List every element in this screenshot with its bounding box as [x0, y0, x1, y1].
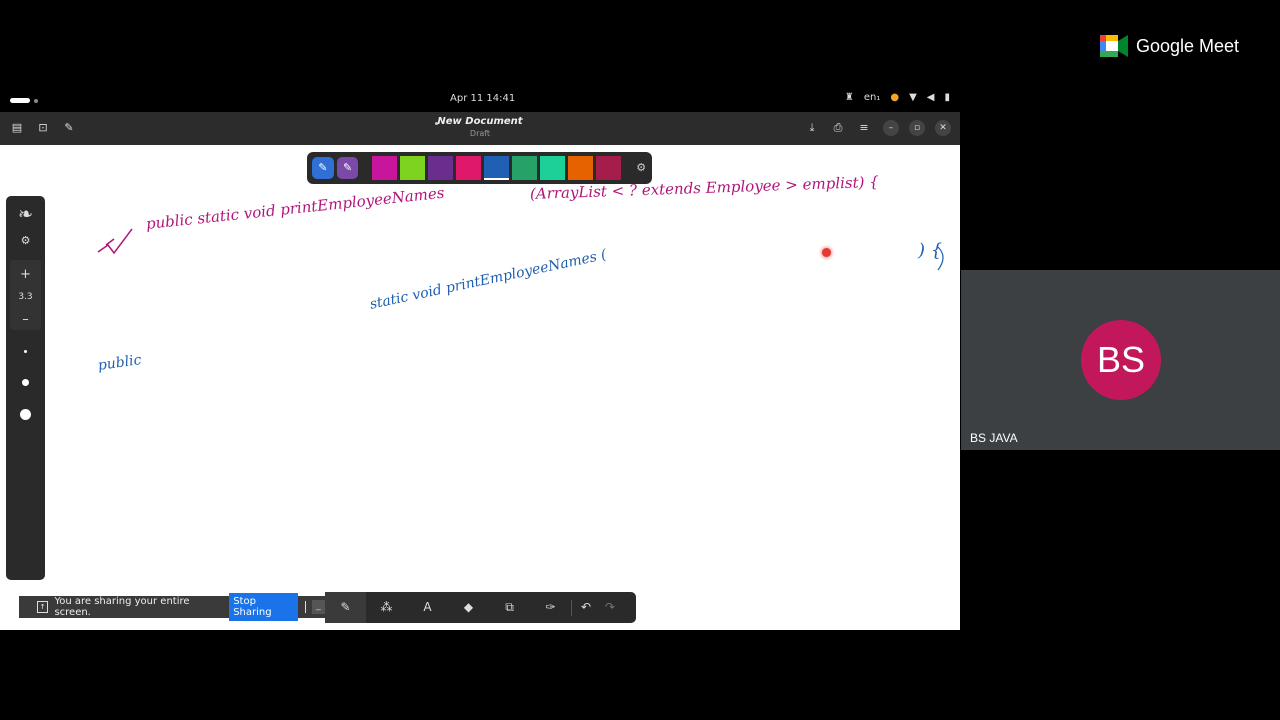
- workspace-dot: [34, 99, 38, 103]
- size-medium-dot[interactable]: [22, 379, 29, 386]
- color-swatch[interactable]: [484, 156, 510, 180]
- color-swatch[interactable]: [568, 156, 594, 180]
- color-swatch[interactable]: [428, 156, 454, 180]
- stop-sharing-button[interactable]: Stop Sharing: [229, 593, 298, 621]
- left-toolbar: ❧ ⚙ + 3.3 –: [6, 196, 45, 580]
- laser-pointer: [822, 248, 831, 257]
- volume-icon: ◀: [926, 92, 935, 103]
- system-top-bar: Apr 11 14:41 ♜ en₁ ● ▼ ◀ ▮: [0, 88, 960, 112]
- accessibility-icon[interactable]: ♜: [845, 92, 854, 103]
- hide-bar-button[interactable]: _: [311, 600, 325, 614]
- bottom-toolbar: ✎ ⁂ A ◆ ⧉ ✑ ↶ ↷: [325, 592, 636, 623]
- language-indicator[interactable]: en₁: [864, 92, 881, 103]
- close-button[interactable]: ✕: [935, 120, 951, 136]
- settings-icon[interactable]: ⚙: [6, 234, 45, 247]
- system-tray[interactable]: ♜ en₁ ● ▼ ◀ ▮: [845, 92, 950, 103]
- activities-indicator[interactable]: [10, 98, 30, 103]
- palette-settings-icon[interactable]: ⚙: [630, 157, 652, 179]
- pen-tool-button[interactable]: ✎: [312, 157, 334, 179]
- size-large-dot[interactable]: [20, 409, 31, 420]
- avatar: BS: [1081, 320, 1161, 400]
- participant-name: BS JAVA: [970, 431, 1018, 445]
- maximize-button[interactable]: ▫: [909, 120, 925, 136]
- redo-icon[interactable]: ↷: [600, 592, 620, 623]
- eraser-tool-icon[interactable]: ◆: [448, 592, 489, 623]
- share-message: You are sharing your entire screen.: [54, 596, 190, 618]
- meet-brand: Google Meet: [1100, 35, 1239, 57]
- color-swatch[interactable]: [512, 156, 538, 180]
- decrease-size-button[interactable]: –: [6, 312, 45, 327]
- tools-wrench-icon[interactable]: ✑: [530, 592, 571, 623]
- menu-icon[interactable]: ≡: [857, 121, 871, 135]
- shapes-tool-icon[interactable]: ⁂: [366, 592, 407, 623]
- color-swatch[interactable]: [540, 156, 566, 180]
- handwriting-line-2-end: ) {: [918, 240, 943, 261]
- drawing-canvas[interactable]: [0, 145, 960, 630]
- export-icon[interactable]: ⎙: [831, 121, 845, 135]
- screen-share-bar: ↑ You are sharing your entire screen. St…: [19, 593, 325, 621]
- pen-style-icon[interactable]: ❧: [6, 204, 45, 225]
- meet-brand-text: Google Meet: [1136, 35, 1240, 56]
- selection-tool-icon[interactable]: ⧉: [489, 592, 530, 623]
- highlighter-tool-button[interactable]: ✎: [336, 157, 359, 179]
- text-tool-icon[interactable]: A: [407, 592, 448, 623]
- color-swatch[interactable]: [400, 156, 426, 180]
- increase-size-button[interactable]: +: [6, 267, 45, 282]
- undo-icon[interactable]: ↶: [572, 592, 600, 623]
- handwriting-strokes: [97, 228, 944, 271]
- share-screen-icon: ↑: [37, 601, 49, 613]
- color-palette: ✎ ✎ ⚙: [307, 152, 652, 184]
- swatch-row: [372, 156, 622, 180]
- battery-icon: ▮: [944, 92, 950, 103]
- meet-logo-icon: [1100, 35, 1128, 57]
- color-swatch[interactable]: [372, 156, 398, 180]
- share-separator: [304, 601, 306, 613]
- stroke-size-value: 3.3: [18, 292, 33, 302]
- color-swatch[interactable]: [596, 156, 622, 180]
- color-swatch[interactable]: [456, 156, 482, 180]
- minimize-button[interactable]: –: [883, 120, 899, 136]
- app-header-bar: ▤ ⊡ ✎ New Document Draft ⤓ ⎙ ≡ – ▫ ✕: [0, 112, 960, 145]
- clock[interactable]: Apr 11 14:41: [450, 93, 515, 104]
- wifi-icon: ▼: [909, 92, 917, 103]
- microphone-icon: ●: [890, 92, 900, 103]
- brush-tool-icon[interactable]: ✎: [325, 592, 366, 623]
- save-icon[interactable]: ⤓: [805, 121, 819, 135]
- size-small-dot[interactable]: [24, 350, 27, 353]
